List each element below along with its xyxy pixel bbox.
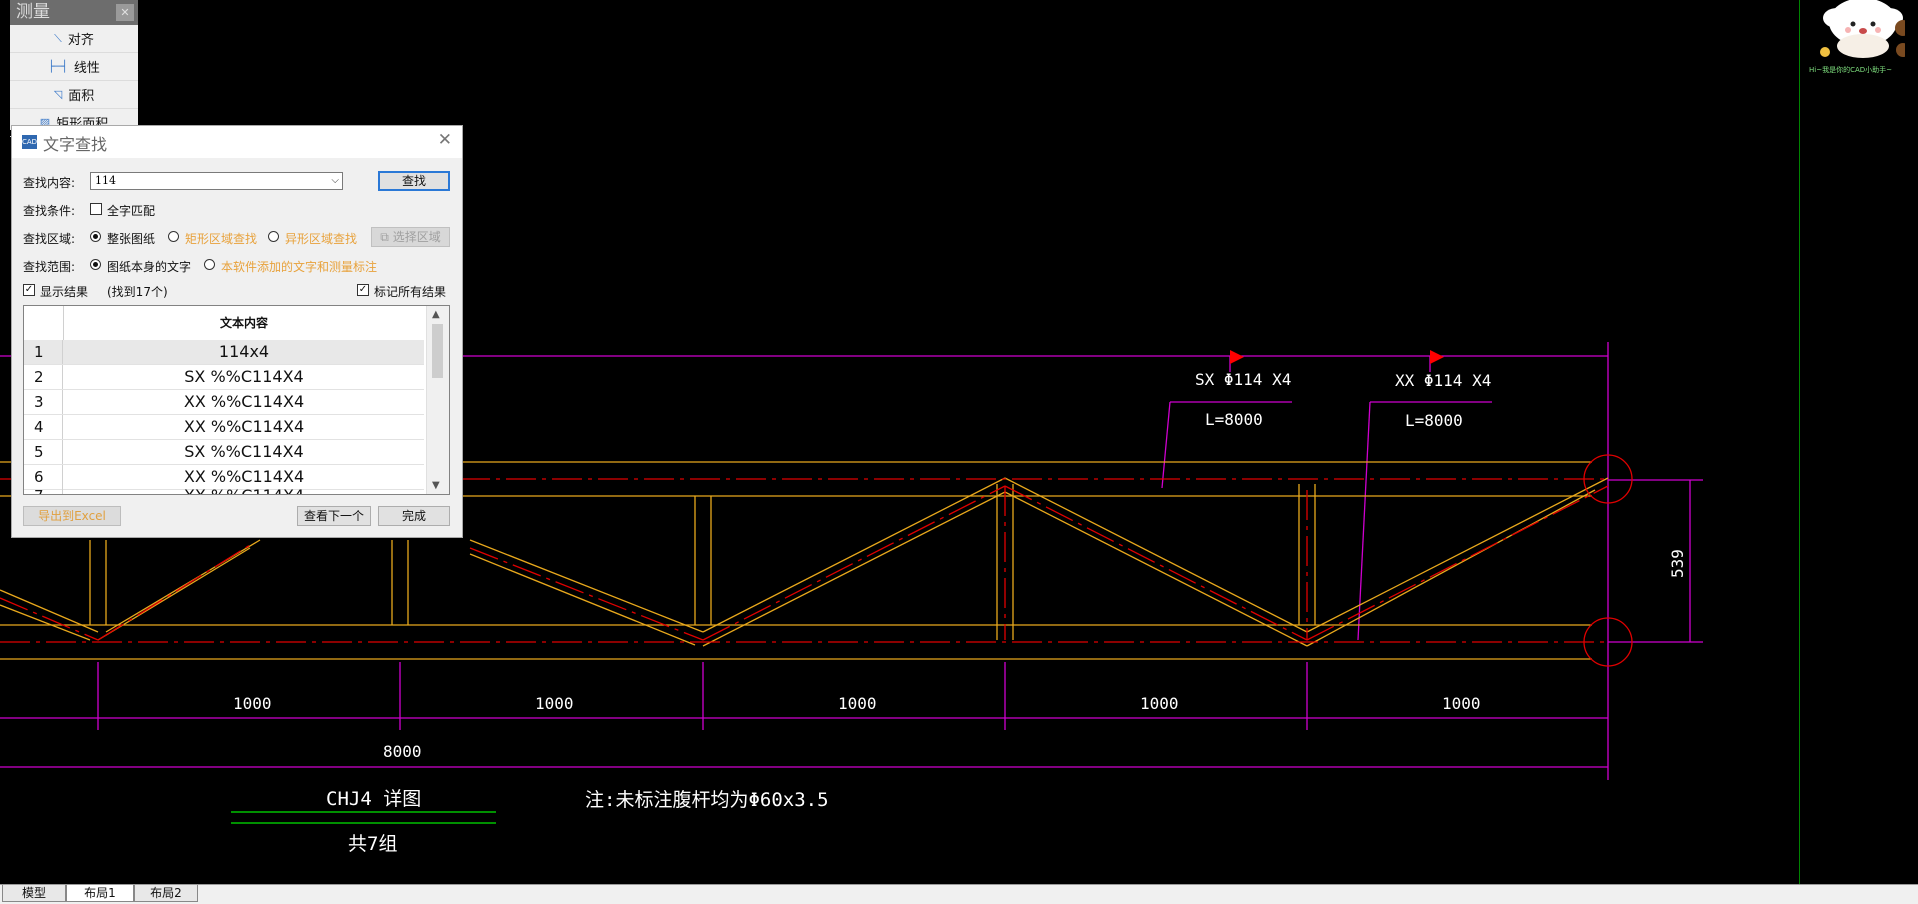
show-results-label: 显示结果 <box>40 285 89 299</box>
table-row[interactable]: 1 114x4 <box>24 340 424 365</box>
chevron-down-icon[interactable]: ▼ <box>432 480 440 491</box>
search-input-value: 114 <box>95 174 116 187</box>
scroll-thumb[interactable] <box>432 324 443 378</box>
row-index: 5 <box>24 440 63 464</box>
align-measure-icon: ⟍ <box>54 31 62 45</box>
found-count-label: (找到17个) <box>107 285 168 299</box>
dim-label-3: 1000 <box>838 694 877 713</box>
scope-option-label: 本软件添加的文字和测量标注 <box>221 260 378 274</box>
row-index: 2 <box>24 365 63 389</box>
chevron-down-icon[interactable]: ⌵ <box>331 173 339 189</box>
assistant-panel: Hi~我是你的CAD小助手~ <box>1800 0 1918 884</box>
measure-panel: 测量 ✕ ⟍ 对齐 ├─┤ 线性 ◹ 面积 ▨ 矩形面积 <box>10 0 138 137</box>
drawing-title: CHJ4 详图 <box>326 788 421 810</box>
measure-area-button[interactable]: ◹ 面积 <box>10 81 138 109</box>
row-index: 4 <box>24 415 63 439</box>
row-text: 114x4 <box>218 342 270 361</box>
row-index: 1 <box>24 340 63 364</box>
dim-label-2: 1000 <box>535 694 574 713</box>
whole-word-label: 全字匹配 <box>107 204 156 218</box>
linear-measure-icon: ├─┤ <box>48 60 68 73</box>
close-icon[interactable]: ✕ <box>438 130 452 150</box>
tab-model[interactable]: 模型 <box>2 885 66 902</box>
find-text-dialog: CAD 文字查找 ✕ 查找内容: 114 ⌵ 查找 查找条件: 全字匹配 查找区… <box>11 125 463 538</box>
table-row[interactable]: 4 XX %%C114X4 <box>24 415 424 440</box>
table-row[interactable]: 2 SX %%C114X4 <box>24 365 424 390</box>
table-row[interactable]: 5 SX %%C114X4 <box>24 440 424 465</box>
row-text: XX %%C114X4 <box>183 392 305 411</box>
export-excel-button[interactable]: 导出到Excel <box>23 506 121 526</box>
mark-all-checkbox[interactable]: ✓ <box>357 284 369 296</box>
area-measure-icon: ◹ <box>53 88 63 101</box>
table-header: 文本内容 <box>24 306 424 341</box>
row-index: 7 <box>24 484 63 494</box>
table-header-index <box>24 306 64 340</box>
show-results-checkbox[interactable]: ✓ <box>23 284 35 296</box>
done-button[interactable]: 完成 <box>378 506 450 526</box>
assistant-caption: Hi~我是你的CAD小助手~ <box>1809 66 1893 74</box>
dim-label-5: 1000 <box>1442 694 1481 713</box>
chevron-up-icon[interactable]: ▲ <box>432 309 440 320</box>
dim-label-1: 1000 <box>233 694 272 713</box>
search-area-label: 查找区域: <box>23 232 76 246</box>
search-content-label: 查找内容: <box>23 176 76 190</box>
table-scrollbar[interactable]: ▲ ▼ <box>426 306 449 494</box>
area-rect-radio[interactable] <box>168 231 179 242</box>
table-header-text: 文本内容 <box>219 316 268 330</box>
dialog-titlebar[interactable]: CAD 文字查找 ✕ <box>12 126 462 158</box>
mascot-avatar[interactable] <box>1805 0 1905 58</box>
whole-word-checkbox[interactable] <box>90 203 102 215</box>
row-index: 3 <box>24 390 63 414</box>
measure-item-label: 面积 <box>68 89 95 104</box>
dim-label-4: 1000 <box>1140 694 1179 713</box>
section-flags <box>1230 350 1444 364</box>
member-label-xx: XX Φ114 X4 <box>1395 371 1491 390</box>
area-option-label: 矩形区域查找 <box>185 232 258 246</box>
total-dim-label: 8000 <box>383 742 422 761</box>
scope-option-label: 图纸本身的文字 <box>107 260 192 274</box>
member-label-sx: SX Φ114 X4 <box>1195 370 1291 389</box>
search-condition-label: 查找条件: <box>23 204 76 218</box>
tab-layout2[interactable]: 布局2 <box>134 885 198 902</box>
search-button[interactable]: 查找 <box>378 171 450 191</box>
dialog-title: 文字查找 <box>43 135 108 154</box>
measure-panel-header: 测量 ✕ <box>10 0 138 25</box>
select-area-label: 选择区域 <box>392 230 441 244</box>
tab-layout1[interactable]: 布局1 <box>66 885 134 902</box>
table-row[interactable]: 3 XX %%C114X4 <box>24 390 424 415</box>
drawing-note: 注:未标注腹杆均为Φ60x3.5 <box>585 789 829 811</box>
measure-item-label: 对齐 <box>67 33 94 48</box>
length-label-2: L=8000 <box>1405 411 1463 430</box>
app-logo-icon: CAD <box>22 135 37 149</box>
length-label-1: L=8000 <box>1205 410 1263 429</box>
measure-align-button[interactable]: ⟍ 对齐 <box>10 25 138 53</box>
select-area-button[interactable]: ⧉ 选择区域 <box>371 227 450 247</box>
results-table[interactable]: 文本内容 1 114x4 2 SX %%C114X4 3 XX %%C114X4… <box>23 305 450 495</box>
area-option-label: 整张图纸 <box>107 232 156 246</box>
row-text: SX %%C114X4 <box>184 367 304 386</box>
mark-all-label: 标记所有结果 <box>374 285 447 299</box>
row-text: XX %%C114X4 <box>183 417 305 436</box>
measure-item-label: 线性 <box>73 61 100 76</box>
row-text: SX %%C114X4 <box>184 442 304 461</box>
table-row[interactable]: 7 XX %%C114X4 <box>24 484 424 494</box>
row-text: XX %%C114X4 <box>64 484 424 494</box>
area-whole-drawing-radio[interactable] <box>90 231 101 242</box>
area-irregular-radio[interactable] <box>268 231 279 242</box>
pin-icon[interactable]: ✕ <box>116 4 134 21</box>
title-underlines <box>231 811 496 824</box>
height-dim-label: 539 <box>1668 549 1687 578</box>
layout-tab-bar: 模型 布局1 布局2 <box>0 884 1918 904</box>
search-scope-label: 查找范围: <box>23 260 76 274</box>
measure-linear-button[interactable]: ├─┤ 线性 <box>10 53 138 81</box>
measure-panel-title: 测量 <box>16 2 50 22</box>
area-option-label: 异形区域查找 <box>285 232 358 246</box>
search-input[interactable]: 114 ⌵ <box>90 172 343 190</box>
view-next-button[interactable]: 查看下一个 <box>297 506 371 526</box>
select-area-icon: ⧉ <box>380 230 389 244</box>
scope-added-text-radio[interactable] <box>204 259 215 270</box>
drawing-subtitle: 共7组 <box>348 833 397 855</box>
scope-drawing-text-radio[interactable] <box>90 259 101 270</box>
